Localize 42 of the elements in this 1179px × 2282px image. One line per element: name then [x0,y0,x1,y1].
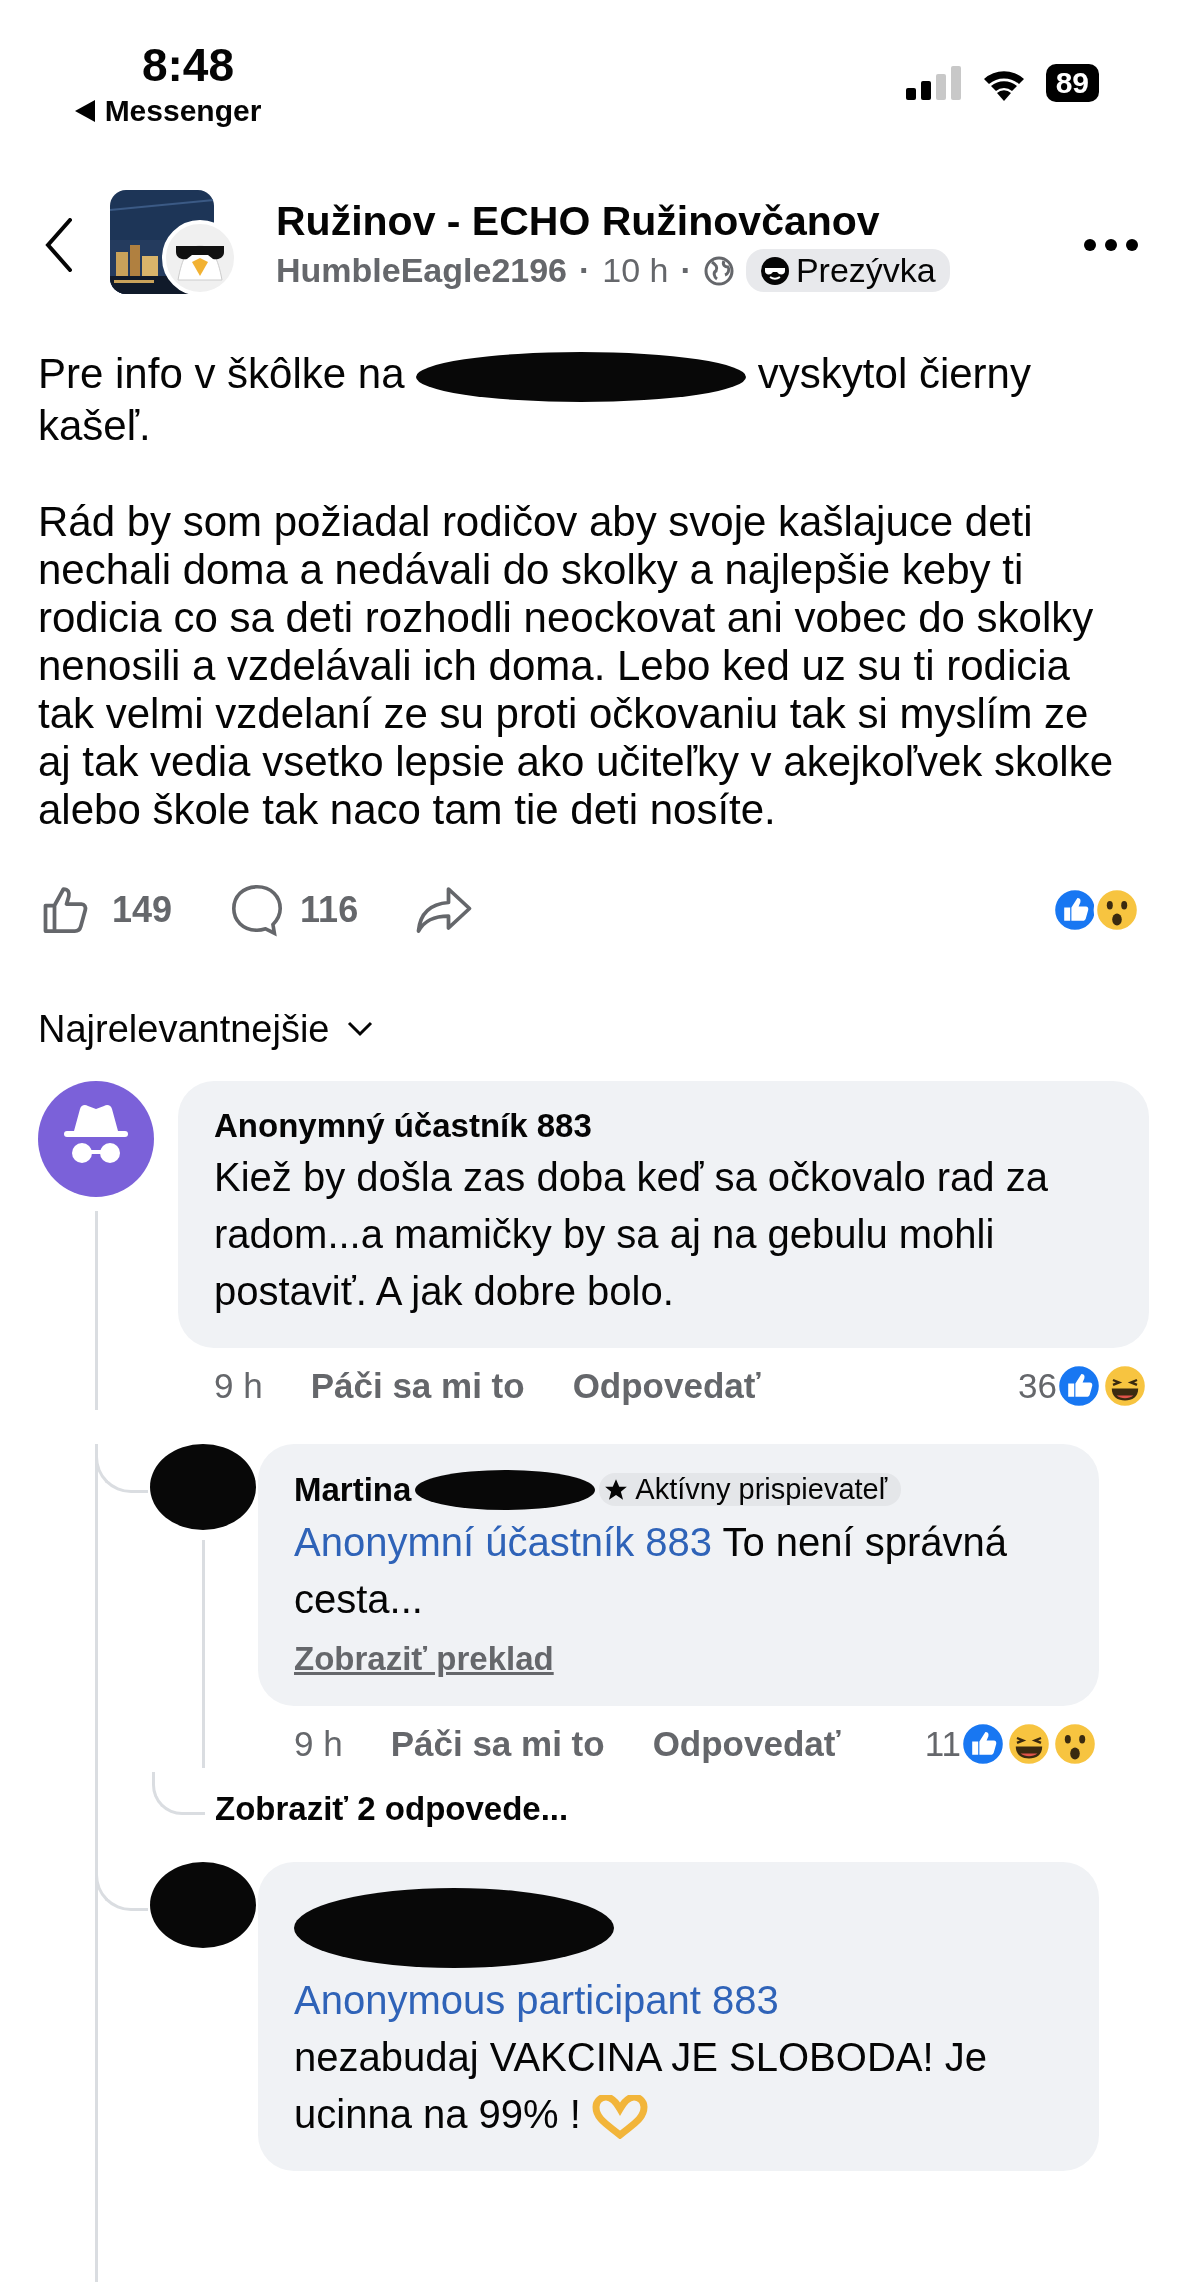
separator-dot: · [579,251,591,290]
chevron-down-icon [345,1020,374,1039]
comment-time: 9 h [294,1723,343,1764]
comment-text: Anonymous participant 883 nezabudaj VAKCINA JE SLOBODA! Je ucinna na 99% ! [294,1971,1063,2143]
comment-author[interactable]: Martina [294,1470,412,1509]
nickname-badge: Prezývka [745,249,950,292]
back-icon[interactable] [44,218,74,272]
reaction-count: 11 [924,1723,961,1764]
signal-icon [905,66,962,100]
post-text: Rád by som požiadal rodičov aby svoje kašlajuce deti nechali doma a nedávali do skolky a najlepšie keby ti rodicia co sa deti rozhodli neockovat ani vobec do skolky nenosili a vzdelávali ich doma. Lebo ked uz su ti rodicia tak velmi vzdelaní ze su proti očkovaniu tak si myslím ze aj tak vedia vsetko lepsie ako učiteľky v akejkoľvek skolke alebo škole tak naco tam tie deti nosíte. [38,497,1113,833]
author-name[interactable]: HumbleEagle2196 [276,251,568,290]
comment-time: 9 h [214,1365,263,1406]
reply-link[interactable]: Odpovedať [652,1723,841,1764]
comment-button[interactable]: 116 [228,880,359,939]
reaction-count: 36 [1018,1365,1057,1406]
back-app-label[interactable]: Messenger [104,94,262,128]
sort-dropdown[interactable]: Najrelevantnejšie [0,1007,412,1051]
mention-link[interactable]: Anonymous participant 883 [294,1971,779,2029]
post-text: vyskytol čierny [757,350,1031,397]
battery-indicator: 89 [1045,64,1099,102]
group-name[interactable]: Ružinov - ECHO Ružinovčanov [276,198,1047,245]
translate-link[interactable]: Zobraziť preklad [294,1639,1063,1678]
mention-link[interactable]: Anonymní účastník 883 [294,1519,713,1564]
view-replies-link[interactable]: Zobraziť 2 odpovede... [215,1789,569,1828]
globe-icon [703,255,734,286]
contributor-badge: Aktívny prispievateľ [599,1473,902,1507]
thread-line [152,1771,205,1815]
more-icon[interactable] [1083,238,1139,252]
post-time: 10 h [602,251,669,290]
status-time: 8:48 [141,38,235,92]
like-link[interactable]: Páči sa mi to [390,1723,605,1764]
post-text: Pre info v škôlke na [38,350,405,397]
separator-dot: · [680,251,692,290]
comment-author[interactable]: Anonymný účastník 883 [214,1106,592,1145]
reply-link[interactable]: Odpovedať [572,1365,761,1406]
like-button[interactable]: 149 [38,879,173,940]
anonymous-avatar-icon [38,1080,154,1197]
like-link[interactable]: Páči sa mi to [310,1365,525,1406]
comment-text: Kiež by došla zas doba keď sa očkovalo rad za radom...a mamičky by sa aj na gebulu mohli postaviť. A jak dobre bolo. [214,1153,1049,1315]
comment-text: Anonymní účastník 883 To není správná cesta... [294,1518,1009,1623]
post-text: kašeľ. [38,401,151,449]
back-triangle-icon [74,100,95,122]
